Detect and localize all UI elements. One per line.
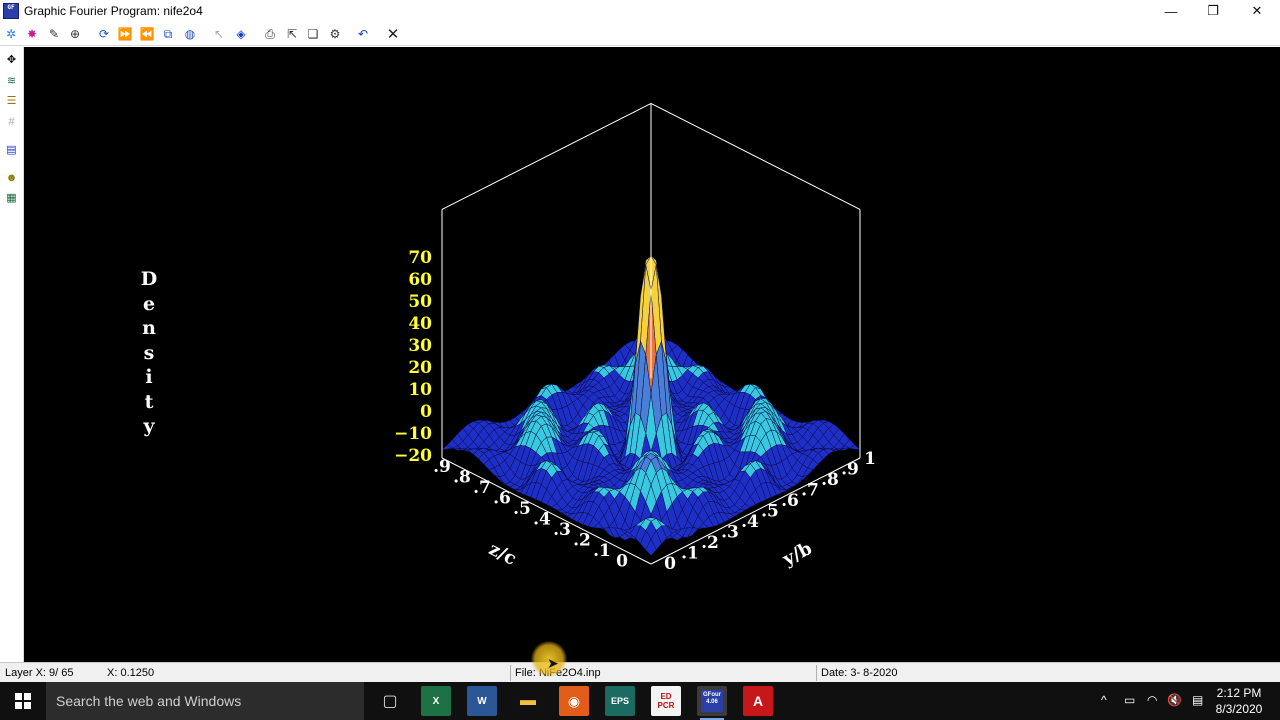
z-axis-tick: 50: [408, 292, 432, 312]
z-axis-tick: −20: [394, 446, 432, 466]
ed-pcr-icon[interactable]: ED PCR: [651, 686, 681, 716]
acrobat-icon[interactable]: A: [743, 686, 773, 716]
move-icon[interactable]: ✥: [3, 52, 20, 68]
status-bar: Layer X: 9/ 65 X: 0.1250 File: NiFe2O4.i…: [0, 662, 1280, 682]
grid-icon[interactable]: #: [3, 114, 20, 130]
y-b-tick: .6: [781, 491, 799, 511]
taskbar-clock[interactable]: 2:12 PM 8/3/2020: [1208, 685, 1270, 717]
rewind-icon[interactable]: ⏪: [138, 25, 156, 43]
windows-logo-icon: [15, 693, 31, 709]
z-axis-tick: 0: [420, 402, 432, 422]
layers-icon[interactable]: ⧉: [159, 25, 177, 43]
z-axis-tick: 10: [408, 380, 432, 400]
taskbar-search[interactable]: Search the web and Windows: [46, 682, 364, 720]
y-b-axis-label: y/b: [779, 538, 816, 571]
z-c-tick: .1: [593, 541, 611, 561]
clock-date: 8/3/2020: [1215, 702, 1263, 716]
print-icon[interactable]: ⎙: [261, 25, 279, 43]
palette-icon[interactable]: ◍: [181, 25, 199, 43]
y-b-tick: .9: [841, 460, 859, 480]
z-c-tick: .7: [473, 478, 491, 498]
restore-button[interactable]: ❐: [1190, 0, 1236, 22]
y-b-tick: .7: [801, 481, 819, 501]
minimize-button[interactable]: —: [1148, 0, 1194, 22]
y-b-tick: .5: [761, 502, 779, 522]
smiley-icon[interactable]: ☻: [3, 170, 20, 186]
search-placeholder: Search the web and Windows: [56, 693, 242, 709]
z-c-axis-label: z/c: [485, 538, 519, 569]
wifi-icon[interactable]: ◠: [1147, 693, 1157, 707]
chart-icon[interactable]: ▤: [3, 142, 20, 158]
map-icon[interactable]: ▦: [3, 190, 20, 206]
taskbar: Search the web and Windows ▢ X W ▬ ◉ EPS…: [0, 682, 1280, 720]
surface-plot[interactable]: 706050403020100−10−20.9.8.7.6.5.4.3.2.10…: [24, 47, 1280, 662]
file-explorer-icon[interactable]: ▬: [513, 686, 543, 716]
settings-icon[interactable]: ⚙: [326, 25, 344, 43]
pen-icon[interactable]: ✎: [45, 25, 63, 43]
tray-chevron-icon[interactable]: ^: [1101, 693, 1107, 707]
undo-icon[interactable]: ↶: [354, 25, 372, 43]
z-axis-tick: 30: [408, 336, 432, 356]
z-axis-tick: −10: [394, 424, 432, 444]
word-icon[interactable]: W: [467, 686, 497, 716]
eps-toolkit-icon[interactable]: EPS: [605, 686, 635, 716]
side-toolbar: ✥ ≋ ☰ # ▤ ☻ ▦: [0, 47, 24, 662]
fast-forward-icon[interactable]: ⏩: [116, 25, 134, 43]
task-view-icon[interactable]: ▢: [375, 686, 405, 716]
y-b-tick: 1: [864, 449, 876, 469]
orange-app-icon[interactable]: ◉: [559, 686, 589, 716]
y-b-tick: .4: [741, 512, 759, 532]
battery-icon[interactable]: ▭: [1124, 693, 1135, 707]
notifications-icon[interactable]: ▤: [1192, 693, 1203, 707]
contour-icon[interactable]: ≋: [3, 73, 20, 89]
rotate-icon[interactable]: ⟳: [95, 25, 113, 43]
y-b-tick: .3: [721, 523, 739, 543]
status-date: Date: 3- 8-2020: [821, 667, 898, 679]
plot-canvas[interactable]: Density 70 60 50 40 30 20 10 0 −10 −20.9.8.7.6.5.…: [24, 47, 1280, 662]
status-x-value: X: 0.1250: [107, 667, 155, 679]
clock-time: 2:12 PM: [1216, 686, 1262, 700]
y-b-tick: .2: [701, 533, 719, 553]
close-window-button[interactable]: ✕: [1234, 0, 1280, 22]
z-c-tick: .4: [533, 510, 551, 530]
select-all-icon[interactable]: ✲: [2, 25, 20, 43]
z-c-tick: .6: [493, 489, 511, 509]
color-burst-icon[interactable]: ✸: [23, 25, 41, 43]
z-axis-tick: 70: [408, 248, 432, 268]
start-button[interactable]: [0, 682, 46, 720]
gfour-icon: GFour 4.06: [701, 690, 723, 712]
move-diamond-icon[interactable]: ◈: [232, 25, 250, 43]
frame-edge: [441, 102, 652, 210]
y-b-tick: .8: [821, 470, 839, 490]
pointer-icon[interactable]: ↖: [210, 25, 228, 43]
z-axis-tick: 40: [408, 314, 432, 334]
toolbar: ✲ ✸ ✎ ⊕ ⟳ ⏩ ⏪ ⧉ ◍ ↖ ◈ ⎙ ⇱ ❏ ⚙ ↶ ✕: [0, 22, 1280, 46]
copy-image-icon[interactable]: ❏: [304, 25, 322, 43]
list-icon[interactable]: ☰: [3, 93, 20, 109]
frame-edge: [650, 102, 861, 210]
z-c-tick: 0: [616, 552, 628, 572]
z-c-tick: .2: [573, 531, 591, 551]
z-c-tick: .3: [553, 520, 571, 540]
z-c-tick: .5: [513, 499, 531, 519]
export-icon[interactable]: ⇱: [283, 25, 301, 43]
gfour-taskbar-button[interactable]: GFour 4.06: [697, 686, 727, 720]
z-c-tick: .8: [453, 468, 471, 488]
z-axis-tick: 60: [408, 270, 432, 290]
y-b-tick: 0: [664, 554, 676, 574]
mouse-pointer-icon: ➤: [547, 655, 559, 671]
close-icon[interactable]: ✕: [384, 25, 402, 43]
z-c-tick: .9: [433, 457, 451, 477]
z-axis-tick: 20: [408, 358, 432, 378]
excel-icon[interactable]: X: [421, 686, 451, 716]
title-bar: GF Graphic Fourier Program: nife2o4 — ❐ …: [0, 0, 1280, 22]
status-layer: Layer X: 9/ 65: [5, 667, 74, 679]
app-icon[interactable]: GF: [3, 3, 19, 19]
volume-icon[interactable]: 🔇: [1167, 693, 1182, 707]
window-title: Graphic Fourier Program: nife2o4: [24, 4, 203, 18]
crosshair-icon[interactable]: ⊕: [66, 25, 84, 43]
y-b-tick: .1: [681, 544, 699, 564]
